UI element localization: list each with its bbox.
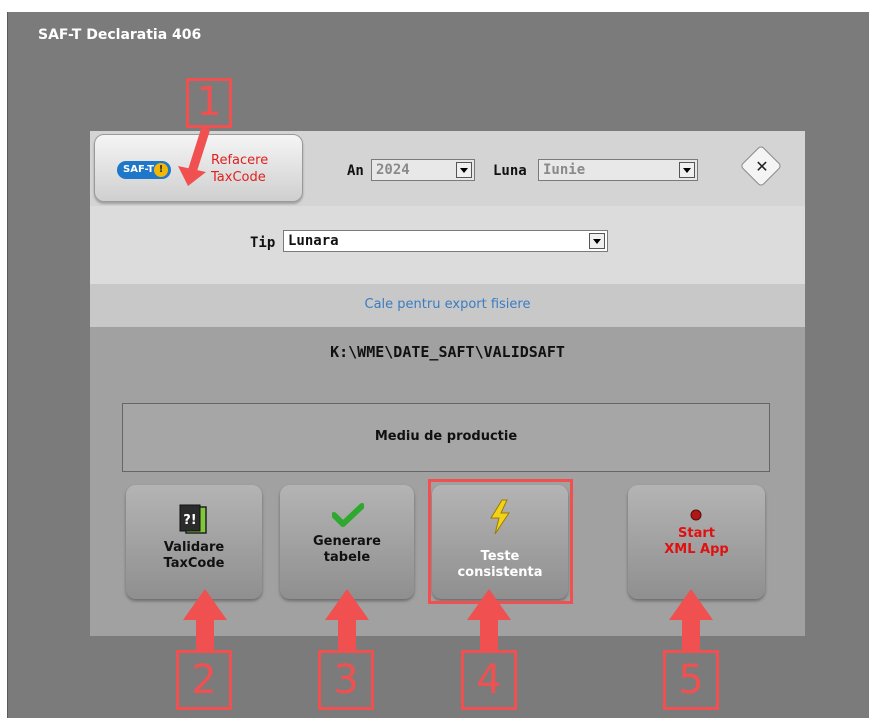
annotation-2: 2 [191, 657, 217, 703]
annotation-arrows [178, 126, 713, 652]
annotation-1: 1 [196, 79, 222, 125]
annotation-4: 4 [476, 657, 502, 703]
annotation-5: 5 [678, 657, 704, 703]
annotation-3: 3 [333, 657, 359, 703]
